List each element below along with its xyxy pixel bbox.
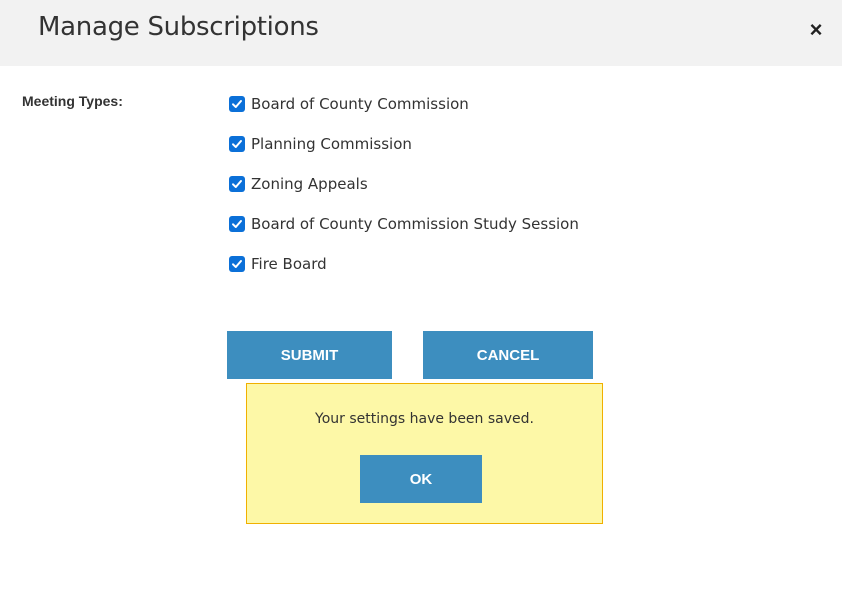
submit-button[interactable]: SUBMIT	[227, 331, 392, 379]
meeting-type-label: Board of County Commission Study Session	[251, 215, 579, 233]
cancel-button[interactable]: CANCEL	[423, 331, 593, 379]
meeting-type-item[interactable]: Zoning Appeals	[229, 176, 579, 216]
meeting-type-label: Zoning Appeals	[251, 175, 368, 193]
dialog-title: Manage Subscriptions	[38, 12, 319, 42]
saved-alert: Your settings have been saved. OK	[246, 383, 603, 524]
meeting-type-item[interactable]: Board of County Commission	[229, 96, 579, 136]
meeting-types-list: Board of County Commission Planning Comm…	[229, 96, 579, 296]
meeting-type-label: Planning Commission	[251, 135, 412, 153]
meeting-type-item[interactable]: Board of County Commission Study Session	[229, 216, 579, 256]
meeting-types-label: Meeting Types:	[22, 93, 123, 109]
checkbox-checked-icon[interactable]	[229, 216, 245, 232]
meeting-type-label: Fire Board	[251, 255, 327, 273]
checkbox-checked-icon[interactable]	[229, 96, 245, 112]
meeting-type-item[interactable]: Planning Commission	[229, 136, 579, 176]
checkbox-checked-icon[interactable]	[229, 256, 245, 272]
meeting-type-item[interactable]: Fire Board	[229, 256, 579, 296]
close-icon[interactable]: ×	[804, 16, 828, 44]
checkbox-checked-icon[interactable]	[229, 176, 245, 192]
ok-button[interactable]: OK	[360, 455, 482, 503]
alert-message: Your settings have been saved.	[315, 411, 534, 427]
checkbox-checked-icon[interactable]	[229, 136, 245, 152]
meeting-type-label: Board of County Commission	[251, 95, 469, 113]
dialog-header: Manage Subscriptions ×	[0, 0, 842, 66]
